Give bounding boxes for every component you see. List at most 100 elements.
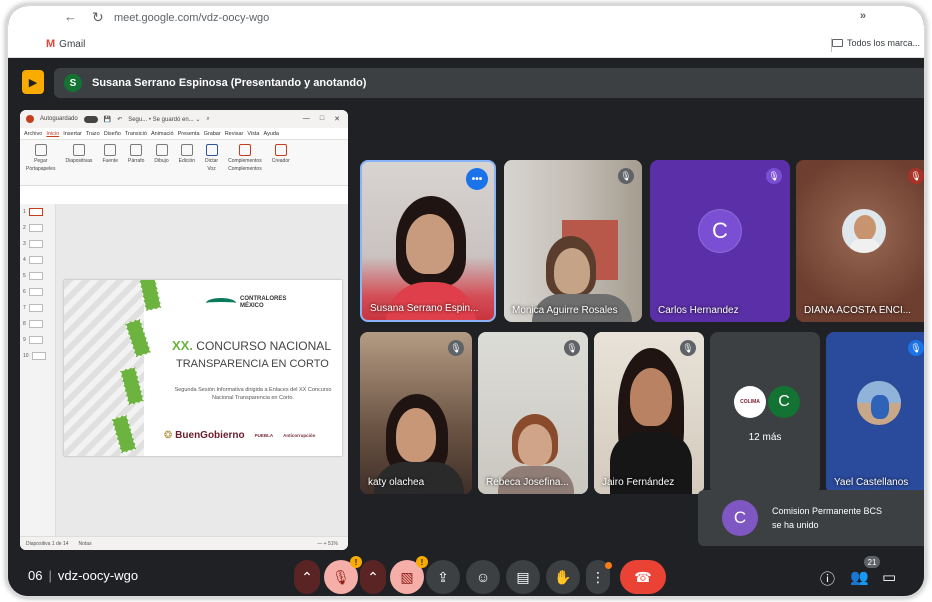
designer-button[interactable]: Creador [272,144,290,181]
extension-icon[interactable]: » [860,10,866,22]
group-voice: Voz [207,166,216,172]
participant-tile[interactable]: 🎙 Jairo Fernández [594,332,704,494]
bookmark-gmail[interactable]: M Gmail [46,38,85,50]
captions-icon: ▤ [516,568,530,585]
raise-hand-button[interactable]: ✋ [546,560,580,594]
puebla-logo: PUEBLA [254,433,274,438]
colima-logo: COLIMA [734,386,766,418]
chat-icon[interactable]: ▭ [882,568,896,586]
undo-icon[interactable]: ↶ [117,116,122,123]
thumbnail-preview [28,304,43,312]
join-notification: C Comision Permanente BCS se ha unido [698,490,924,546]
mic-off-icon: 🎙 [908,340,924,356]
participant-face [396,408,436,462]
file-title[interactable]: Segu... • Se guardó en... ⌄ [128,116,200,123]
participant-face [554,248,590,294]
participant-tile[interactable]: 🎙 Monica Aguirre Rosales [504,160,642,322]
maximize-icon[interactable]: □ [320,115,324,123]
close-icon[interactable]: ✕ [334,115,340,123]
menu-ayuda[interactable]: Ayuda [264,131,280,137]
gmail-icon: M [46,38,56,50]
back-icon[interactable]: ← [64,9,77,24]
search-icon[interactable]: ⌕ [206,116,209,123]
camera-off-icon: ▧ [400,568,414,585]
autosave-toggle[interactable] [83,115,98,123]
menu-presentacion[interactable]: Presenta [178,131,200,137]
save-icon[interactable]: 💾 [104,116,111,123]
editing-button[interactable]: Edición [179,144,195,181]
paste-button[interactable]: Pegar Portapapeles [26,144,55,181]
url-field[interactable]: meet.google.com/vdz-oocy-wgo [114,12,269,24]
camera-toggle-button[interactable]: ▧! [390,556,428,594]
mic-toggle-button[interactable]: 🎙! [324,556,362,594]
info-icon[interactable]: ⓘ [820,568,835,589]
participant-name: Rebeca Josefina... [486,477,569,488]
minimize-icon[interactable]: — [303,115,310,123]
more-participants-tile[interactable]: COLIMA C 12 más [710,332,820,494]
participant-name: Susana Serrano Espin... [370,303,479,314]
participant-tile[interactable]: C 🎙 Carlos Hernandez [650,160,790,322]
thumbnail-item[interactable]: 9 [20,332,55,348]
drawing-label: Dibujo [154,158,169,164]
thumbnail-preview [28,224,43,232]
bookmark-all[interactable]: Todos los marca... [831,38,920,48]
menu-vista[interactable]: Vista [247,131,259,137]
menu-diseno[interactable]: Diseño [104,131,121,137]
participant-tile[interactable]: ••• Susana Serrano Espin... [360,160,496,322]
paragraph-button[interactable]: Párrafo [128,144,144,181]
menu-transicion[interactable]: Transició [125,131,147,137]
thumbnail-item[interactable]: 5 [20,268,55,284]
slides-icon [72,144,85,156]
anticorrupcion-logo: Anticorrupción [283,433,316,438]
participant-tile[interactable]: 🎙 DIANA ACOSTA ENCI... [796,160,924,322]
drawing-button[interactable]: Dibujo [154,144,169,181]
menu-insertar[interactable]: Insertar [63,131,82,137]
notes-button[interactable]: Notas [79,541,92,547]
thumbnail-item[interactable]: 8 [20,316,55,332]
slide-title-number: XX. [172,338,193,353]
participant-tile[interactable]: 🎙 katy olachea [360,332,472,494]
more-options-button[interactable]: ⋮ [586,560,612,594]
menu-inicio[interactable]: Inicio [46,131,59,137]
meeting-info: 06 | vdz-oocy-wgo [28,568,138,583]
more-count-label: 12 más [748,432,782,443]
zoom-control[interactable]: — + 51% [317,541,348,547]
more-options-icon[interactable]: ••• [466,168,488,190]
thumbnail-item[interactable]: 10 [20,348,55,364]
dictate-button[interactable]: Dictar Voz [205,144,218,181]
thumbnail-item[interactable]: 6 [20,284,55,300]
current-slide[interactable]: CONTRALORES MÉXICO XX. CONCURSO NACIONAL … [64,280,342,456]
participant-tile[interactable]: 🎙 Yael Castellanos [826,332,924,494]
present-button[interactable]: ⇪ [426,560,460,594]
video-options-button[interactable]: ⌃ [360,560,386,594]
captions-button[interactable]: ▤ [506,560,540,594]
addins-button[interactable]: Complementos Complementos [228,144,262,181]
ppt-ribbon: Pegar Portapapeles Diapositivas Fuente Pá… [20,140,348,186]
thumbnail-number: 6 [23,289,26,295]
slides-button[interactable]: Diapositivas [65,144,92,181]
participant-face [406,214,454,274]
thumbnail-item[interactable]: 3 [20,236,55,252]
emoji-button[interactable]: ☺ [466,560,500,594]
menu-grabar[interactable]: Grabar [204,131,221,137]
participant-name: Yael Castellanos [834,477,909,488]
menu-archivo[interactable]: Archivo [24,131,42,137]
end-call-button[interactable]: ☎ [620,560,666,594]
notification-avatar: C [722,500,758,536]
thumbnail-item[interactable]: 7 [20,300,55,316]
microphone-icon [205,144,218,156]
thumbnail-item[interactable]: 1 [20,204,55,220]
thumbnail-preview [28,288,43,296]
thumbnail-item[interactable]: 4 [20,252,55,268]
participant-tile[interactable]: 🎙 Rebeca Josefina... [478,332,588,494]
thumbnail-item[interactable]: 2 [20,220,55,236]
people-icon[interactable]: 👥 [850,568,869,586]
menu-trazo[interactable]: Trazo [86,131,100,137]
audio-options-button[interactable]: ⌃ [294,560,320,594]
reload-icon[interactable]: ↻ [92,9,104,26]
menu-revisar[interactable]: Revisar [225,131,244,137]
presentation-icon[interactable]: ▶ [22,70,44,94]
font-button[interactable]: Fuente [102,144,118,181]
menu-animacion[interactable]: Animació [151,131,174,137]
group-clipboard: Portapapeles [26,166,56,172]
